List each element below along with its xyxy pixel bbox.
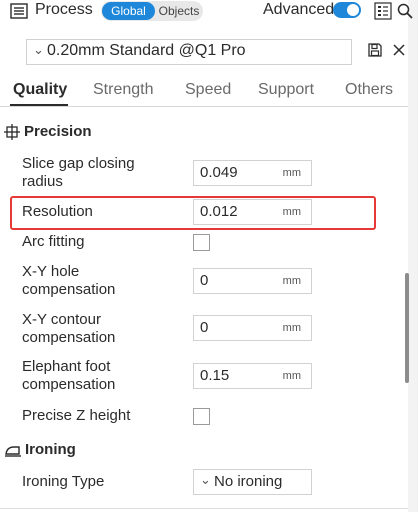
elephant-foot-compensation-input[interactable]: 0.15 mm: [193, 363, 312, 389]
resolution-input[interactable]: 0.012 mm: [193, 199, 312, 225]
list-settings-icon[interactable]: [374, 2, 392, 20]
precise-z-height-checkbox[interactable]: [193, 408, 210, 425]
global-tab[interactable]: Global: [102, 2, 155, 20]
tab-strength[interactable]: Strength: [93, 81, 153, 99]
tab-divider: [0, 106, 408, 107]
tab-quality[interactable]: Quality: [13, 81, 67, 99]
tab-speed[interactable]: Speed: [185, 81, 231, 99]
scrollbar-track[interactable]: [408, 0, 418, 512]
ironing-type-label: Ironing Type: [22, 473, 105, 490]
xy-hole-compensation-input[interactable]: 0 mm: [193, 268, 312, 294]
resolution-label: Resolution: [22, 203, 93, 220]
objects-tab[interactable]: Objects: [155, 2, 203, 20]
arc-fitting-checkbox[interactable]: [193, 234, 210, 251]
process-preset-dropdown[interactable]: ⌄ 0.20mm Standard @Q1 Pro: [26, 39, 352, 65]
arc-fitting-label: Arc fitting: [22, 233, 85, 250]
elephant-foot-compensation-label: Elephant foot compensation: [22, 358, 116, 393]
process-icon: [10, 3, 28, 19]
chevron-down-icon: ⌄: [200, 472, 211, 487]
xy-contour-compensation-label: X-Y contour compensation: [22, 311, 116, 346]
search-icon[interactable]: [396, 2, 414, 20]
close-icon[interactable]: [391, 42, 407, 58]
chevron-down-icon: ⌄: [33, 42, 44, 57]
tab-support[interactable]: Support: [258, 81, 314, 99]
precision-icon: [4, 124, 20, 140]
xy-contour-compensation-input[interactable]: 0 mm: [193, 315, 312, 341]
xy-hole-compensation-label: X-Y hole compensation: [22, 263, 116, 298]
advanced-toggle[interactable]: [333, 2, 361, 18]
advanced-label: Advanced: [263, 1, 335, 18]
precise-z-height-label: Precise Z height: [22, 407, 131, 424]
iron-icon: [4, 442, 21, 458]
slice-gap-closing-radius-label: Slice gap closing radius: [22, 155, 135, 190]
tab-others[interactable]: Others: [345, 81, 393, 99]
panel-title: Process: [35, 1, 93, 18]
ironing-type-dropdown[interactable]: ⌄ No ironing: [193, 469, 312, 495]
section-title-precision: Precision: [24, 123, 92, 140]
section-title-ironing: Ironing: [25, 441, 76, 458]
bottom-divider: [0, 508, 408, 509]
save-icon[interactable]: [367, 42, 383, 58]
slice-gap-closing-radius-input[interactable]: 0.049 mm: [193, 160, 312, 186]
global-objects-switch[interactable]: Global Objects: [101, 1, 203, 21]
scrollbar-thumb[interactable]: [405, 273, 409, 383]
preset-value: 0.20mm Standard @Q1 Pro: [47, 42, 246, 59]
